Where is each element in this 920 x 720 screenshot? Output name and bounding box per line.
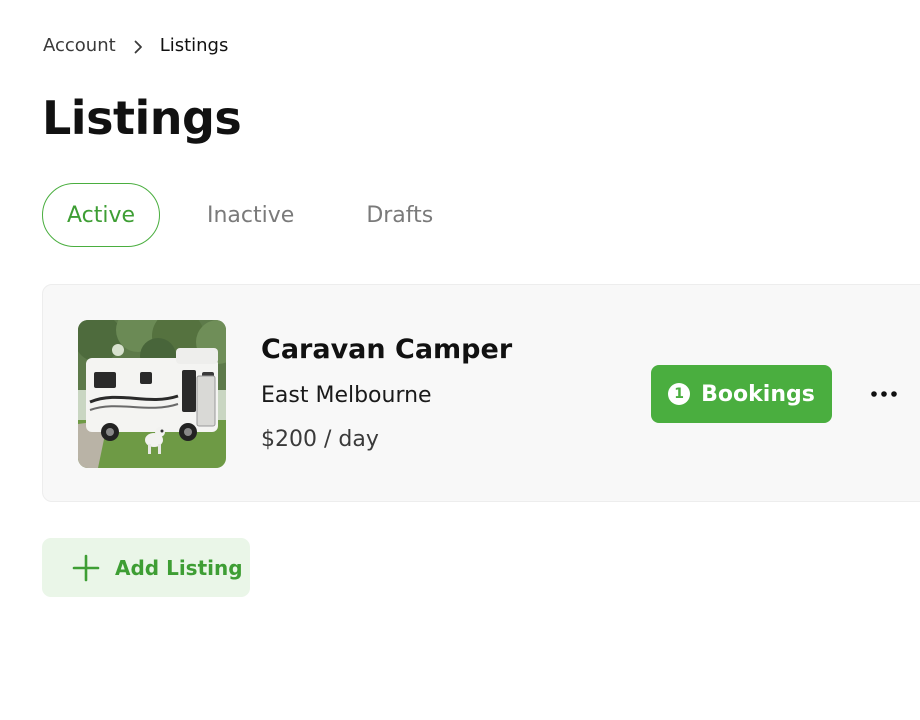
tab-inactive[interactable]: Inactive (207, 183, 294, 247)
breadcrumb-account-link[interactable]: Account (43, 34, 116, 58)
chevron-right-icon (130, 38, 146, 54)
listings-page: Account Listings Listings Active Inactiv… (0, 0, 920, 720)
listing-card[interactable]: Caravan Camper East Melbourne $200 / day… (42, 284, 920, 502)
breadcrumb-current: Listings (159, 35, 229, 56)
listing-location: East Melbourne (261, 383, 432, 408)
caravan-photo[interactable] (78, 320, 226, 468)
bookings-label: Bookings (701, 381, 815, 407)
bookings-count-badge: 1 (668, 383, 691, 405)
tab-active[interactable]: Active (42, 183, 160, 247)
add-listing-button[interactable]: Add Listing (42, 538, 250, 597)
bookings-button[interactable]: 1 Bookings (651, 365, 832, 423)
page-title: Listings (42, 91, 242, 145)
listing-price: $200 / day (261, 427, 379, 452)
add-listing-label: Add Listing (115, 555, 243, 580)
plus-icon (71, 553, 101, 583)
listing-title[interactable]: Caravan Camper (261, 333, 512, 367)
listing-tabs: Active Inactive Drafts (42, 183, 433, 247)
more-horizontal-icon[interactable] (866, 377, 902, 411)
breadcrumb: Account Listings (43, 34, 228, 58)
tab-drafts[interactable]: Drafts (366, 183, 433, 247)
